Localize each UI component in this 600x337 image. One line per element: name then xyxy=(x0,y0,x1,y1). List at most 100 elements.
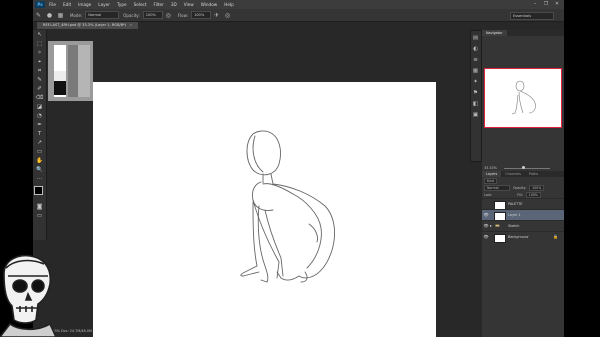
close-document-icon[interactable]: × xyxy=(129,23,132,27)
opacity-label: Opacity: xyxy=(123,12,140,18)
quick-mask-icon[interactable]: ◙ xyxy=(35,204,44,211)
eye-icon[interactable]: 👁 xyxy=(483,210,489,220)
menu-window[interactable]: Window xyxy=(201,2,218,7)
palette-swatch-strip[interactable] xyxy=(48,41,93,101)
color-panel-icon[interactable]: ◐ xyxy=(472,46,479,53)
tab-layers[interactable]: Layers xyxy=(482,171,502,177)
tab-paths[interactable]: Paths xyxy=(525,171,542,177)
layer-row-layer-1[interactable]: 👁 Layer 1 xyxy=(482,209,564,221)
layer-opacity-field[interactable]: 100% xyxy=(529,184,545,191)
tools-panel: ↖ ⬚ ✧ ⌖ ⌗ ✎ ✐ ⌫ ◪ ◔ ✒ T ↗ ▭ ✋ 🔍 ⋯ ◙ ▭ xyxy=(33,30,47,240)
brush-preset-icon[interactable]: ● xyxy=(46,12,53,19)
menu-file[interactable]: File xyxy=(49,2,56,7)
type-tool[interactable]: T xyxy=(35,131,44,138)
brush-tool-icon[interactable]: ✎ xyxy=(35,12,42,19)
blend-mode-dropdown[interactable]: Normal xyxy=(484,184,510,191)
window-controls: – ❐ ✕ xyxy=(532,1,560,7)
pen-tool[interactable]: ✒ xyxy=(35,122,44,129)
expand-arrow-icon[interactable]: ▸ xyxy=(490,221,492,231)
adjustments-panel-icon[interactable]: ◧ xyxy=(472,101,479,108)
skull-mascot-overlay xyxy=(0,254,57,337)
kind-filter-dropdown[interactable]: Kind xyxy=(484,177,498,184)
swatch-black[interactable] xyxy=(54,81,66,95)
eraser-tool[interactable]: ⌫ xyxy=(35,95,44,102)
gradient-tool[interactable]: ◪ xyxy=(35,104,44,111)
color-swatches[interactable] xyxy=(33,186,46,199)
dodge-tool[interactable]: ◔ xyxy=(35,113,44,120)
shape-tool[interactable]: ▭ xyxy=(35,149,44,156)
navigator-tabs: Navigator xyxy=(482,30,564,36)
close-button[interactable]: ✕ xyxy=(554,1,560,7)
styles-panel-icon[interactable]: ▣ xyxy=(472,112,479,119)
screen-mode-icon[interactable]: ▭ xyxy=(35,213,44,220)
zoom-tool[interactable]: 🔍 xyxy=(35,167,44,174)
menu-help[interactable]: Help xyxy=(224,2,234,7)
navigator-thumbnail xyxy=(511,80,536,115)
layer-row-palette[interactable]: PALETTE xyxy=(482,198,564,210)
flow-label: Flow: xyxy=(177,12,188,18)
photoshop-logo[interactable]: Ps xyxy=(35,1,45,8)
navigator-preview[interactable] xyxy=(484,68,562,128)
swatches-panel-icon[interactable]: ▦ xyxy=(472,68,479,75)
minimize-button[interactable]: – xyxy=(532,1,538,7)
canvas-area[interactable] xyxy=(47,30,469,337)
layer-name: Background xyxy=(508,235,529,239)
mode-dropdown[interactable]: Normal xyxy=(85,11,120,19)
options-bar: ✎ ● ▦ Mode: Normal Opacity: 100% ◎ Flow:… xyxy=(33,9,564,22)
actions-panel-icon[interactable]: ⚑ xyxy=(472,90,479,97)
menu-view[interactable]: View xyxy=(184,2,194,7)
menu-select[interactable]: Select xyxy=(134,2,147,7)
zoom-slider-knob[interactable] xyxy=(522,166,525,169)
airbrush-icon[interactable]: ✈ xyxy=(213,12,220,19)
menu-layer[interactable]: Layer xyxy=(98,2,110,7)
lasso-tool[interactable]: ✧ xyxy=(35,50,44,57)
fill-field[interactable]: 100% xyxy=(525,191,541,198)
swatch-silver[interactable] xyxy=(78,45,90,97)
quick-select-tool[interactable]: ⌖ xyxy=(35,59,44,66)
eye-icon[interactable]: 👁 xyxy=(483,221,489,231)
layer-row-sketch[interactable]: 👁 ▸ ▬ Sketch xyxy=(482,220,564,231)
zoom-slider[interactable] xyxy=(504,167,550,169)
pressure-opacity-icon[interactable]: ◎ xyxy=(165,12,172,19)
workspace-switcher[interactable]: Essentials xyxy=(510,12,554,20)
crop-tool[interactable]: ⌗ xyxy=(35,68,44,75)
more-tools[interactable]: ⋯ xyxy=(35,176,44,183)
eyedropper-tool[interactable]: ✎ xyxy=(35,77,44,84)
brushes-panel-icon[interactable]: ✦ xyxy=(472,79,479,86)
swatch-light-grey[interactable] xyxy=(54,71,66,81)
layer-filter-row: Kind xyxy=(482,177,564,184)
lock-row: Lock: Fill: 100% xyxy=(482,191,564,198)
layers-panel: Layers Channels Paths Kind Normal Opacit… xyxy=(482,171,564,243)
path-select-tool[interactable]: ↗ xyxy=(35,140,44,147)
tab-channels[interactable]: Channels xyxy=(501,171,525,177)
pressure-size-icon[interactable]: ◎ xyxy=(224,12,231,19)
menu-type[interactable]: Type xyxy=(117,2,127,7)
lock-icon: 🔒 xyxy=(553,234,558,239)
layer-thumbnail xyxy=(494,233,506,243)
marquee-tool[interactable]: ⬚ xyxy=(35,41,44,48)
layer-row-background[interactable]: 👁 Background 🔒 xyxy=(482,231,564,243)
move-tool[interactable]: ↖ xyxy=(35,32,44,39)
folder-icon: ▬ xyxy=(495,223,500,229)
restore-button[interactable]: ❐ xyxy=(543,1,549,7)
swatch-mid-grey[interactable] xyxy=(68,45,78,97)
fill-label: Fill: xyxy=(517,192,523,197)
opacity-field[interactable]: 100% xyxy=(142,11,163,19)
menu-3d[interactable]: 3D xyxy=(171,2,177,7)
menu-edit[interactable]: Edit xyxy=(63,2,71,7)
menu-image[interactable]: Image xyxy=(78,2,91,7)
foreground-color[interactable] xyxy=(34,186,43,195)
zoom-value[interactable]: 33.33% xyxy=(484,166,497,170)
right-panels: Navigator 33.33% Layers Channels Paths K… xyxy=(482,30,564,337)
document-tab[interactable]: REF.LAST_4RH.psd @ 33.3% (Layer 1, RGB/8… xyxy=(37,22,139,29)
eye-icon[interactable]: 👁 xyxy=(483,232,489,242)
brush-panel-icon[interactable]: ▦ xyxy=(57,12,64,19)
menu-filter[interactable]: Filter xyxy=(153,2,163,7)
document-canvas[interactable] xyxy=(93,82,436,337)
properties-panel-icon[interactable]: ≡ xyxy=(472,57,479,64)
tab-navigator[interactable]: Navigator xyxy=(482,30,507,36)
history-panel-icon[interactable]: ▤ xyxy=(472,35,479,42)
flow-field[interactable]: 100% xyxy=(190,11,211,19)
brush-tool[interactable]: ✐ xyxy=(35,86,44,93)
hand-tool[interactable]: ✋ xyxy=(35,158,44,165)
